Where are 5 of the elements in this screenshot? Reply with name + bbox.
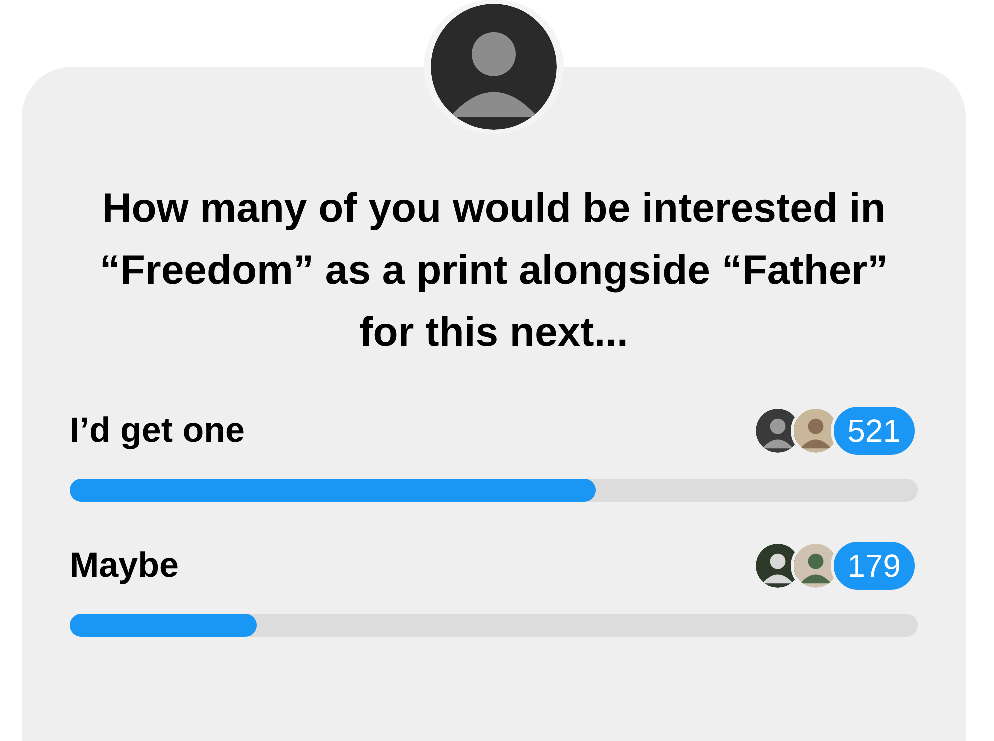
vote-count: 521 [830,404,918,458]
question: How many of you would be interested in “Freedom” as a print alongside “Father” for this next... [98,184,890,357]
option-label: I’d get one [70,410,245,452]
vote-count: 179 [830,539,918,593]
option-label: Maybe [70,544,179,587]
